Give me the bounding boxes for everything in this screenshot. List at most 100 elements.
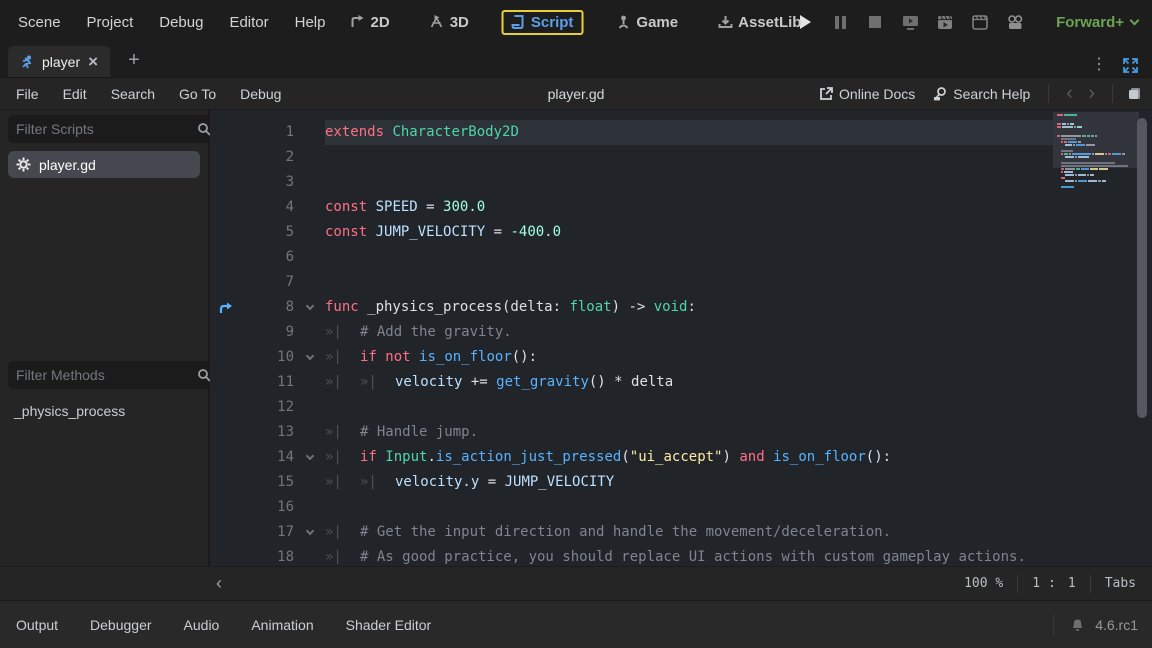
line-number[interactable]: 1	[264, 120, 294, 145]
line-number[interactable]: 17	[264, 520, 294, 545]
line-number[interactable]: 5	[264, 220, 294, 245]
workspace-assetlib-button[interactable]: AssetLib	[711, 11, 808, 34]
play-custom-scene-button[interactable]	[971, 13, 989, 31]
menu-project[interactable]: Project	[87, 14, 134, 31]
line-number[interactable]: 6	[264, 245, 294, 270]
fold-arrow-icon[interactable]	[294, 520, 325, 545]
line-number[interactable]: 10	[264, 345, 294, 370]
line-number[interactable]: 15	[264, 470, 294, 495]
menu-goto[interactable]: Go To	[179, 86, 216, 102]
filter-methods-input[interactable]	[16, 367, 197, 383]
line-number[interactable]: 14	[264, 445, 294, 470]
pause-button[interactable]	[831, 13, 849, 31]
zoom-level[interactable]: 100 %	[962, 576, 1005, 591]
code-line-9[interactable]: 9»|# Add the gravity.	[210, 320, 1152, 345]
code-line-18[interactable]: 18»|# As good practice, you should repla…	[210, 545, 1152, 566]
renderer-dropdown[interactable]: Forward+	[1056, 14, 1142, 31]
line-number[interactable]: 7	[264, 270, 294, 295]
new-script-button[interactable]: +	[128, 49, 140, 77]
collapse-scripts-panel-button[interactable]: ‹	[216, 573, 222, 594]
fold-space	[294, 195, 325, 220]
play-scene-button[interactable]	[936, 13, 954, 31]
override-arrow-icon[interactable]	[210, 295, 264, 320]
filter-methods-field[interactable]	[8, 361, 219, 389]
code-line-11[interactable]: 11»|»|velocity += get_gravity() * delta	[210, 370, 1152, 395]
filter-scripts-input[interactable]	[16, 121, 197, 137]
fold-space	[294, 370, 325, 395]
fold-arrow-icon[interactable]	[294, 345, 325, 370]
code-line-3[interactable]: 3	[210, 170, 1152, 195]
line-number[interactable]: 3	[264, 170, 294, 195]
code-line-2[interactable]: 2	[210, 145, 1152, 170]
panel-output-button[interactable]: Output	[4, 611, 70, 639]
panel-audio-button[interactable]: Audio	[172, 611, 232, 639]
line-number[interactable]: 8	[264, 295, 294, 320]
3d-icon	[430, 15, 444, 29]
line-number[interactable]: 13	[264, 420, 294, 445]
menu-editor[interactable]: Editor	[229, 14, 268, 31]
fold-arrow-icon[interactable]	[294, 445, 325, 470]
panel-debugger-button[interactable]: Debugger	[78, 611, 164, 639]
code-line-5[interactable]: 5const JUMP_VELOCITY = -400.0	[210, 220, 1152, 245]
method-list-item[interactable]: _physics_process	[8, 401, 200, 421]
gutter-icon-space	[210, 145, 264, 170]
panel-shader-editor-button[interactable]: Shader Editor	[334, 611, 444, 639]
menu-search[interactable]: Search	[111, 86, 155, 102]
code-line-13[interactable]: 13»|# Handle jump.	[210, 420, 1152, 445]
tab-player[interactable]: player ×	[8, 46, 110, 77]
minimap[interactable]	[1057, 114, 1133, 189]
script-list-item[interactable]: player.gd	[8, 151, 200, 178]
workspace-game-button[interactable]: Game	[609, 11, 685, 34]
workspace-3d-button[interactable]: 3D	[423, 11, 476, 34]
notification-bell-icon[interactable]	[1070, 617, 1085, 632]
version-label[interactable]: 4.6.rc1	[1095, 617, 1138, 633]
code-line-8[interactable]: 8func _physics_process(delta: float) -> …	[210, 295, 1152, 320]
code-line-15[interactable]: 15»|»|velocity.y = JUMP_VELOCITY	[210, 470, 1152, 495]
online-docs-button[interactable]: Online Docs	[815, 84, 919, 104]
movie-maker-button[interactable]	[1006, 13, 1024, 31]
code-line-14[interactable]: 14»|if Input.is_action_just_pressed("ui_…	[210, 445, 1152, 470]
code-line-16[interactable]: 16	[210, 495, 1152, 520]
line-number[interactable]: 4	[264, 195, 294, 220]
menu-debug[interactable]: Debug	[159, 14, 203, 31]
code-line-4[interactable]: 4const SPEED = 300.0	[210, 195, 1152, 220]
line-number[interactable]: 9	[264, 320, 294, 345]
line-number[interactable]: 2	[264, 145, 294, 170]
panel-layout-icon[interactable]	[1127, 86, 1142, 101]
embedded-game-button[interactable]	[901, 13, 919, 31]
menu-help[interactable]: Help	[295, 14, 326, 31]
history-back-button[interactable]: ‹	[1063, 84, 1075, 103]
stop-button[interactable]	[866, 13, 884, 31]
menu-script-debug[interactable]: Debug	[240, 86, 281, 102]
code-line-7[interactable]: 7	[210, 270, 1152, 295]
expand-icon[interactable]	[1123, 58, 1138, 73]
caret-line[interactable]: 1	[1030, 576, 1042, 591]
indent-type[interactable]: Tabs	[1103, 576, 1138, 591]
code-editor[interactable]: 1extends CharacterBody2D234const SPEED =…	[210, 110, 1152, 566]
code-line-10[interactable]: 10»|if not is_on_floor():	[210, 345, 1152, 370]
line-number[interactable]: 18	[264, 545, 294, 566]
doc-search-icon	[933, 86, 947, 101]
search-help-button[interactable]: Search Help	[929, 84, 1034, 104]
workspace-script-button[interactable]: Script	[502, 10, 584, 35]
fold-space	[294, 120, 325, 145]
fold-arrow-icon[interactable]	[294, 295, 325, 320]
close-icon[interactable]: ×	[88, 53, 98, 70]
menu-scene[interactable]: Scene	[18, 14, 61, 31]
workspace-2d-button[interactable]: 2D	[344, 11, 397, 34]
filter-scripts-field[interactable]	[8, 115, 219, 143]
line-number[interactable]: 11	[264, 370, 294, 395]
panel-animation-button[interactable]: Animation	[239, 611, 325, 639]
vertical-scrollbar[interactable]	[1137, 118, 1147, 418]
code-line-1[interactable]: 1extends CharacterBody2D	[210, 120, 1152, 145]
caret-column[interactable]: 1	[1066, 576, 1078, 591]
menu-file[interactable]: File	[16, 86, 39, 102]
code-line-12[interactable]: 12	[210, 395, 1152, 420]
code-line-6[interactable]: 6	[210, 245, 1152, 270]
line-number[interactable]: 12	[264, 395, 294, 420]
menu-edit[interactable]: Edit	[63, 86, 87, 102]
line-number[interactable]: 16	[264, 495, 294, 520]
history-forward-button[interactable]: ›	[1086, 84, 1098, 103]
kebab-menu-icon[interactable]: ⋮	[1091, 57, 1107, 73]
code-line-17[interactable]: 17»|# Get the input direction and handle…	[210, 520, 1152, 545]
